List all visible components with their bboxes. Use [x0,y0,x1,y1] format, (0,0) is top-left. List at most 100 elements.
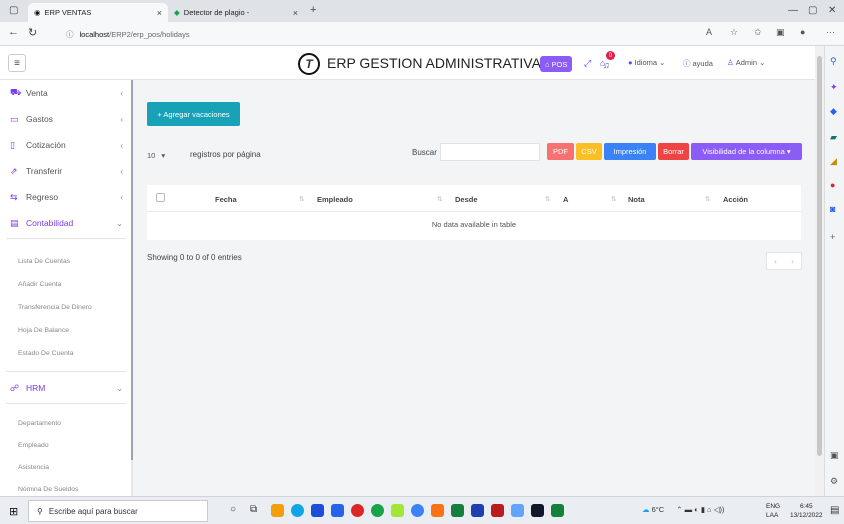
system-tray[interactable]: ☁ 6°C ⌃ ▬ ◐ ▮ ⌂ ◁)) [642,505,724,514]
windows-start-icon[interactable]: ⊞ [9,505,18,518]
tab-erp-ventas[interactable]: ◉ ERP VENTAS × [28,3,168,22]
app-icon[interactable] [511,504,524,517]
acrobat-icon[interactable] [491,504,504,517]
sidebar-sub-estado-cuenta[interactable]: Estado De Cuenta [18,350,74,357]
menu-toggle-button[interactable]: ≡ [8,54,26,72]
gear-icon[interactable]: ⚙ [830,476,838,487]
restore-button[interactable]: ▢ [808,5,817,16]
word-icon[interactable] [471,504,484,517]
taskbar-search-box[interactable]: ⚲ Escribe aquí para buscar [28,500,208,522]
language-menu[interactable]: ● Idioma ⌄ [628,58,665,67]
games-icon[interactable]: ▰ [830,132,837,143]
opera-icon[interactable] [351,504,364,517]
more-icon[interactable]: ··· [826,27,835,37]
tab-actions-icon[interactable]: ▢ [9,5,18,16]
shopping-icon[interactable]: ✦ [830,82,838,93]
app-icon[interactable] [531,504,544,517]
sort-icon: ⇅ [705,196,711,203]
new-tab-button[interactable]: + [310,4,316,16]
favorite-icon[interactable]: ☆ [730,27,738,38]
table-info: Showing 0 to 0 of 0 entries [147,253,242,262]
url-field[interactable]: ⓘ localhost /ERP2/erp_pos/holidays [66,26,756,42]
sidebar-sub-hoja-balance[interactable]: Hoja De Balance [18,327,69,334]
add-holiday-button[interactable]: + Agregar vacaciones [147,102,240,126]
sheets-icon[interactable] [551,504,564,517]
favorites-icon[interactable]: ✩ [754,27,762,38]
column-header-fecha[interactable]: Fecha [215,195,237,204]
cortana-icon[interactable]: ○ [230,504,236,515]
column-header-desde[interactable]: Desde [455,195,478,204]
microsoft-365-icon[interactable]: ◢ [830,156,837,167]
add-icon[interactable]: + [830,232,835,242]
column-header-empleado[interactable]: Empleado [317,195,353,204]
mail-icon[interactable] [331,504,344,517]
chevron-left-icon: ‹ [120,166,123,176]
page-length-select[interactable]: 10 ▾ [147,147,187,163]
tab-detector-plagio[interactable]: ◆ Detector de plagio - × [168,3,304,22]
sidebar-layout-icon[interactable]: ▣ [830,450,839,461]
sidebar-sub-transferencia[interactable]: Transferencia De Dinero [18,304,92,311]
sidebar-item-regreso[interactable]: ⇆ Regreso ‹ [0,184,131,210]
help-link[interactable]: ⓘ ayuda [683,58,713,69]
language-indicator[interactable]: ENG LAA [766,502,780,520]
outlook-icon[interactable]: ◙ [830,204,835,214]
next-page-button[interactable]: › [791,257,794,266]
sidebar-item-hrm[interactable]: ☍ HRM ⌄ [0,375,131,401]
search-input[interactable] [440,143,540,161]
office-icon[interactable]: ● [830,180,835,190]
sidebar-sub-anadir-cuenta[interactable]: Añadir Cuenta [18,281,61,288]
sidebar-item-transferir[interactable]: ⇗ Transferir ‹ [0,158,131,184]
tools-icon[interactable]: ◆ [830,106,837,117]
store-app-icon[interactable] [311,504,324,517]
csv-button[interactable]: CSV [576,143,602,160]
close-window-button[interactable]: ✕ [828,5,836,16]
column-header-a[interactable]: A [563,195,568,204]
sidebar-sub-empleado[interactable]: Empleado [18,442,49,449]
sidebar-sub-lista-cuentas[interactable]: Lista De Cuentas [18,258,70,265]
column-header-accion[interactable]: Acción [723,195,748,204]
excel-icon[interactable] [451,504,464,517]
app-icon[interactable] [431,504,444,517]
clear-button[interactable]: Borrar [658,143,689,160]
sidebar-item-gastos[interactable]: ▭ Gastos ‹ [0,106,131,132]
edge-icon[interactable] [291,504,304,517]
return-icon: ⇆ [10,191,18,202]
close-tab-icon[interactable]: × [157,8,162,18]
column-visibility-button[interactable]: Visibilidad de la columna ▾ [691,143,802,160]
pos-button[interactable]: ⌂ POS [540,56,573,72]
notifications-icon[interactable]: ▤ [830,505,839,516]
reload-icon[interactable]: ↻ [28,26,37,39]
sidebar-sub-asistencia[interactable]: Asistencia [18,464,49,471]
collections-icon[interactable]: ▣ [776,27,785,38]
user-menu[interactable]: ♙ Admin ⌄ [727,58,765,67]
browser-side-panel: ⚲ ✦ ◆ ▰ ◢ ● ◙ + ▣ ⚙ [824,46,844,496]
sidebar-scrollbar[interactable] [131,80,133,460]
scrollbar-thumb[interactable] [817,56,822,456]
sidebar-sub-nomina[interactable]: Nómina De Sueldos [18,486,78,494]
search-icon[interactable]: ⚲ [830,56,837,67]
print-button[interactable]: Impresión [604,143,656,160]
back-icon[interactable]: ← [8,26,19,38]
sidebar-item-venta[interactable]: ⛟ Venta ‹ [0,80,131,106]
task-view-icon[interactable]: ⧉ [250,504,257,515]
clock[interactable]: 6:45 13/12/2022 [790,502,823,520]
app-icon[interactable] [411,504,424,517]
sidebar-item-cotizacion[interactable]: ▯ Cotización ‹ [0,132,131,158]
app-icon[interactable] [391,504,404,517]
file-explorer-icon[interactable] [271,504,284,517]
column-header-nota[interactable]: Nota [628,195,645,204]
page-scrollbar[interactable] [815,46,824,496]
sidebar-sub-departamento[interactable]: Departamento [18,420,61,427]
select-all-checkbox[interactable] [156,193,165,202]
profile-icon[interactable]: ● [800,27,805,37]
chrome-icon[interactable] [371,504,384,517]
close-tab-icon[interactable]: × [293,8,298,18]
prev-page-button[interactable]: ‹ [774,257,777,266]
accounting-icon: ▤ [10,217,19,228]
minimize-button[interactable]: — [788,5,798,16]
fullscreen-icon[interactable]: ⤢ [584,58,591,69]
sidebar-item-contabilidad[interactable]: ▤ Contabilidad ⌄ [0,210,131,236]
bell-icon[interactable]: ♫ [603,60,610,70]
read-aloud-icon[interactable]: A [706,27,712,37]
pdf-button[interactable]: PDF [547,143,574,160]
